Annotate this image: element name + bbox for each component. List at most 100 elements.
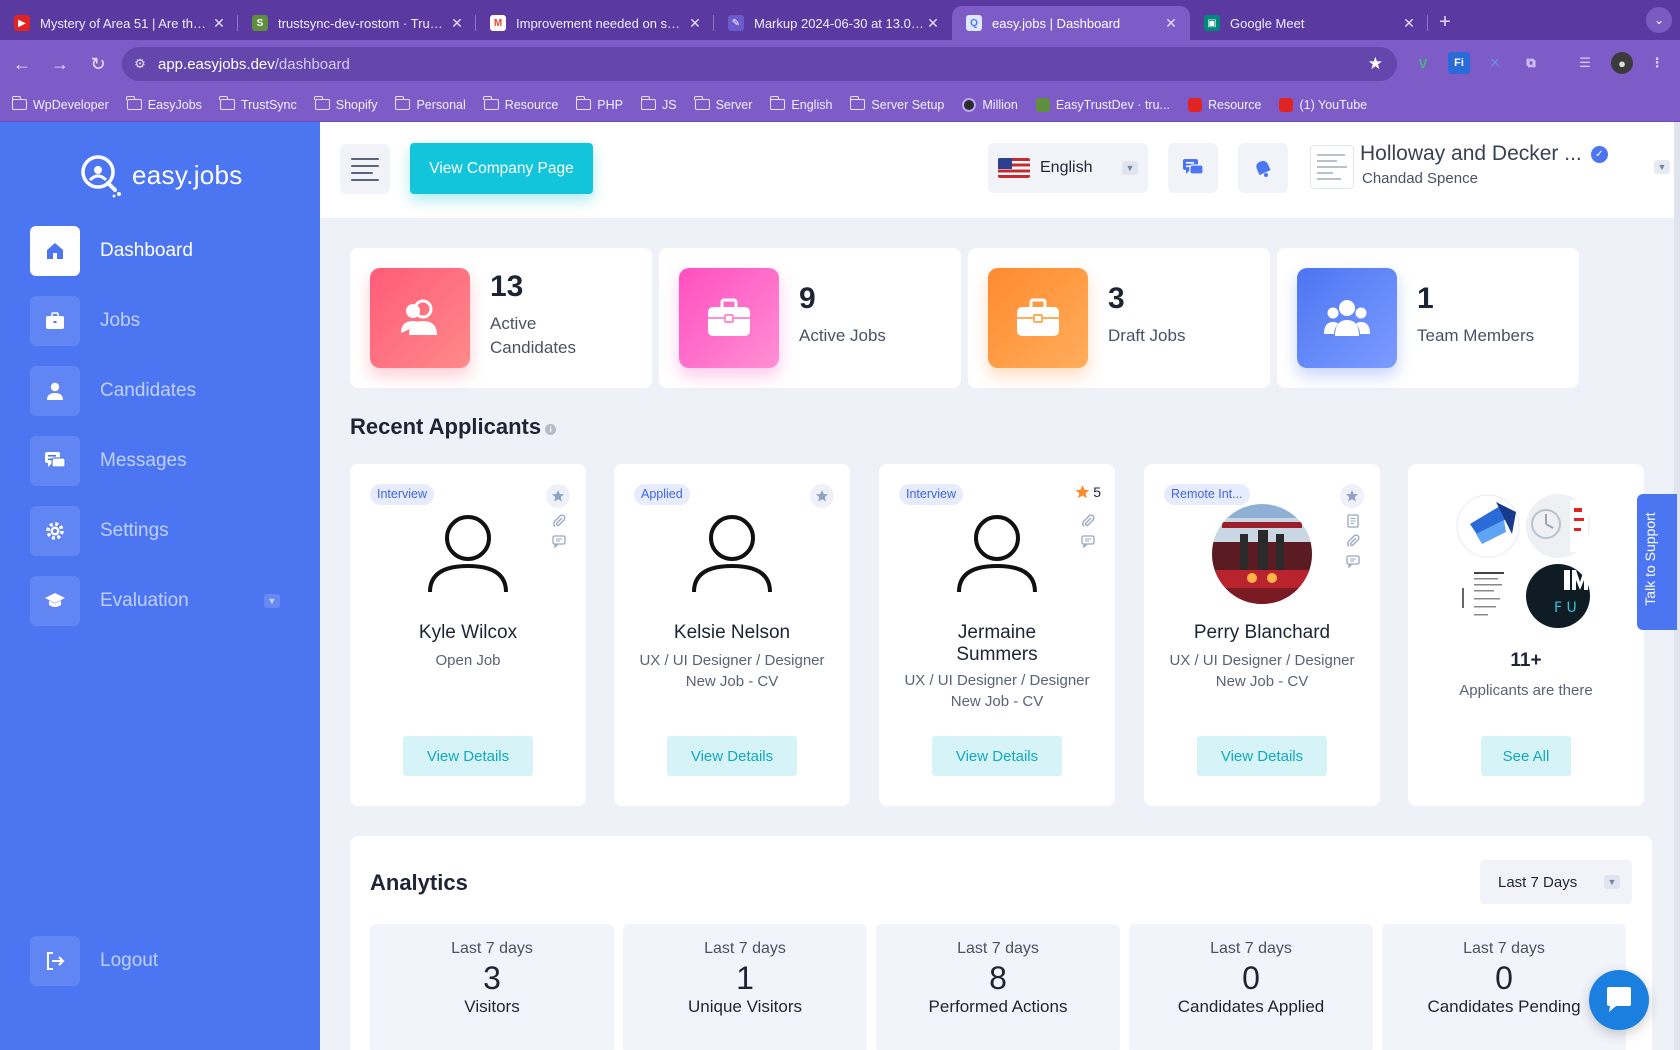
bookmark-site[interactable]: Million [962,97,1018,112]
puzzle-icon[interactable]: ⧉ [1520,52,1542,74]
bookmark-folder[interactable]: PHP [575,96,623,112]
applicant-card[interactable]: Interview 5 Jermaine Summers UX / UI Des… [879,464,1115,806]
user-icon [30,366,80,416]
brand-logo[interactable]: easy.jobs [78,152,243,198]
bookmark-folder[interactable]: Server Setup [849,96,944,112]
close-icon[interactable]: ✕ [448,15,466,32]
bookmark-folder[interactable]: JS [640,96,677,112]
star-icon[interactable] [546,484,570,508]
paperclip-icon[interactable] [552,514,566,528]
tab-title: Google Meet [1230,15,1305,31]
folder-icon [11,96,27,110]
bookmark-folder[interactable]: Personal [394,96,466,112]
company-switcher[interactable]: Holloway and Decker ... ✓ Chandad Spence… [1310,142,1670,198]
logout-button[interactable]: Logout [30,936,300,986]
bookmark-folder[interactable]: Resource [483,96,558,112]
browser-tab-active[interactable]: Q easy.jobs | Dashboard ✕ [952,6,1190,40]
bookmark-folder[interactable]: EasyJobs [126,96,202,112]
close-icon[interactable]: ✕ [686,15,704,32]
browser-tab[interactable]: ▶ Mystery of Area 51 | Are there... ✕ [0,6,238,40]
close-icon[interactable]: ✕ [1400,15,1418,32]
bookmark-site[interactable]: EasyTrustDev · tru... [1035,97,1170,112]
comment-icon[interactable] [1081,534,1095,548]
extension-icon[interactable]: Fi [1448,52,1470,74]
extension-icon[interactable]: ✕ [1484,52,1506,74]
address-bar[interactable]: ⚙ app.easyjobs.dev/dashboard ★ [122,47,1397,81]
document-icon[interactable] [1346,514,1360,528]
rating[interactable]: 5 [1074,484,1101,500]
stat-card-active-candidates[interactable]: 13 Active Candidates [350,248,652,388]
sidebar-item-evaluation[interactable]: Evaluation ▼ [30,576,300,626]
stat-card-team-members[interactable]: 1 Team Members [1277,248,1579,388]
metric-label: Unique Visitors [687,997,803,1016]
browser-tab[interactable]: ✎ Markup 2024-06-30 at 13.07... ✕ [714,6,952,40]
metric-label: Candidates Applied [1177,997,1325,1016]
bookmark-label: Million [982,97,1018,112]
browser-tab[interactable]: M Improvement needed on show... ✕ [476,6,714,40]
bookmark-folder[interactable]: TrustSync [219,96,297,112]
more-applicants-card[interactable]: F U 11+ Applicants are there See All [1408,464,1644,806]
applicant-card[interactable]: Remote Int... Perry Blanchard UX / UI De… [1144,464,1380,806]
info-icon[interactable]: i [545,424,557,435]
browser-tab[interactable]: S trustsync-dev-rostom · TrustSync ✕ [238,6,476,40]
sidebar-item-jobs[interactable]: Jobs [30,296,300,346]
forward-button[interactable]: → [42,46,78,82]
tab-search-button[interactable]: ⌄ [1646,7,1672,33]
messages-button[interactable] [1168,143,1218,193]
close-icon[interactable]: ✕ [210,15,228,32]
live-chat-button[interactable] [1589,970,1649,1030]
talk-to-support-tab[interactable]: Talk to Support [1637,494,1677,630]
view-company-page-button[interactable]: View Company Page [410,143,593,194]
stat-card-active-jobs[interactable]: 9 Active Jobs [659,248,961,388]
metric-value: 3 [483,960,501,996]
language-select[interactable]: English ▼ [988,143,1148,193]
stat-card-draft-jobs[interactable]: 3 Draft Jobs [968,248,1270,388]
applicant-card[interactable]: Applied Kelsie Nelson UX / UI Designer /… [614,464,850,806]
bookmark-site[interactable]: (1) YouTube [1279,97,1367,112]
view-details-button[interactable]: View Details [403,736,533,776]
gmail-icon: M [490,15,506,31]
bookmark-folder[interactable]: Server [694,96,752,112]
comment-icon[interactable] [552,534,566,548]
reload-button[interactable]: ↻ [80,46,116,82]
sidebar-item-candidates[interactable]: Candidates [30,366,300,416]
bookmark-folder[interactable]: Shopify [314,96,377,112]
star-icon[interactable] [1340,484,1364,508]
profile-avatar[interactable]: ● [1611,52,1633,74]
company-name: Holloway and Decker ... [1360,142,1582,165]
reading-list-icon[interactable]: ☰ [1574,52,1596,74]
notifications-button[interactable] [1238,143,1288,193]
section-title: Recent Applicants [350,414,542,439]
bookmark-folder[interactable]: WpDeveloper [11,96,109,112]
kebab-menu-icon[interactable]: ⋮ [1646,52,1668,74]
view-details-button[interactable]: View Details [1197,736,1327,776]
paperclip-icon[interactable] [1081,514,1095,528]
bookmark-folder[interactable]: English [769,96,832,112]
hamburger-menu-button[interactable] [340,144,390,194]
bookmark-site[interactable]: Resource [1187,97,1261,112]
new-tab-button[interactable]: + [1428,6,1462,40]
sidebar-item-settings[interactable]: Settings [30,506,300,556]
see-all-button[interactable]: See All [1481,736,1571,776]
view-details-button[interactable]: View Details [667,736,797,776]
date-range-select[interactable]: Last 7 Days ▼ [1480,860,1632,904]
close-icon[interactable]: ✕ [1162,15,1180,32]
close-icon[interactable]: ✕ [924,15,942,32]
sidebar-item-dashboard[interactable]: Dashboard [30,226,300,276]
star-icon[interactable] [810,484,834,508]
bookmarks-bar: WpDeveloper EasyJobs TrustSync Shopify P… [0,88,1680,122]
site-settings-icon[interactable]: ⚙ [122,56,158,72]
paperclip-icon[interactable] [1346,534,1360,548]
bookmark-star-icon[interactable]: ★ [1368,54,1383,74]
sidebar: easy.jobs Dashboard Jobs Candidates Mess… [0,122,320,1050]
dashboard-content: 13 Active Candidates 9 Active Jobs 3 Dra… [320,218,1680,1050]
view-details-button[interactable]: View Details [932,736,1062,776]
applicant-card[interactable]: Interview Kyle Wilcox Open Job View Deta… [350,464,586,806]
comment-icon[interactable] [1346,554,1360,568]
browser-tab[interactable]: ▣ Google Meet ✕ [1190,6,1428,40]
sidebar-item-messages[interactable]: Messages [30,436,300,486]
back-button[interactable]: ← [4,46,40,82]
vue-devtools-icon[interactable]: V [1412,52,1434,74]
chevron-down-icon[interactable]: ▼ [264,594,280,608]
svg-text:F U: F U [1554,600,1577,616]
